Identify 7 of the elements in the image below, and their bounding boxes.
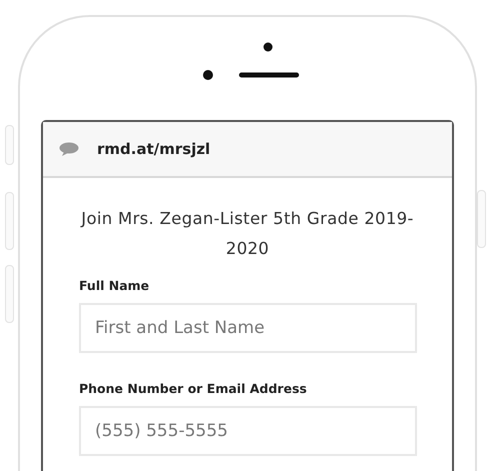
field-label: Full Name <box>79 278 150 293</box>
page-title: Join Mrs. Zegan-Lister 5th Grade 2019-2020 <box>79 208 415 260</box>
field-label: Phone Number or Email Address <box>79 381 308 396</box>
input-field[interactable]: First and Last Name <box>79 303 417 353</box>
url-text[interactable]: rmd.at/mrsjzl <box>97 140 210 158</box>
input-field[interactable]: (555) 555-5555 <box>79 406 417 456</box>
speech-bubble-icon <box>59 142 79 156</box>
